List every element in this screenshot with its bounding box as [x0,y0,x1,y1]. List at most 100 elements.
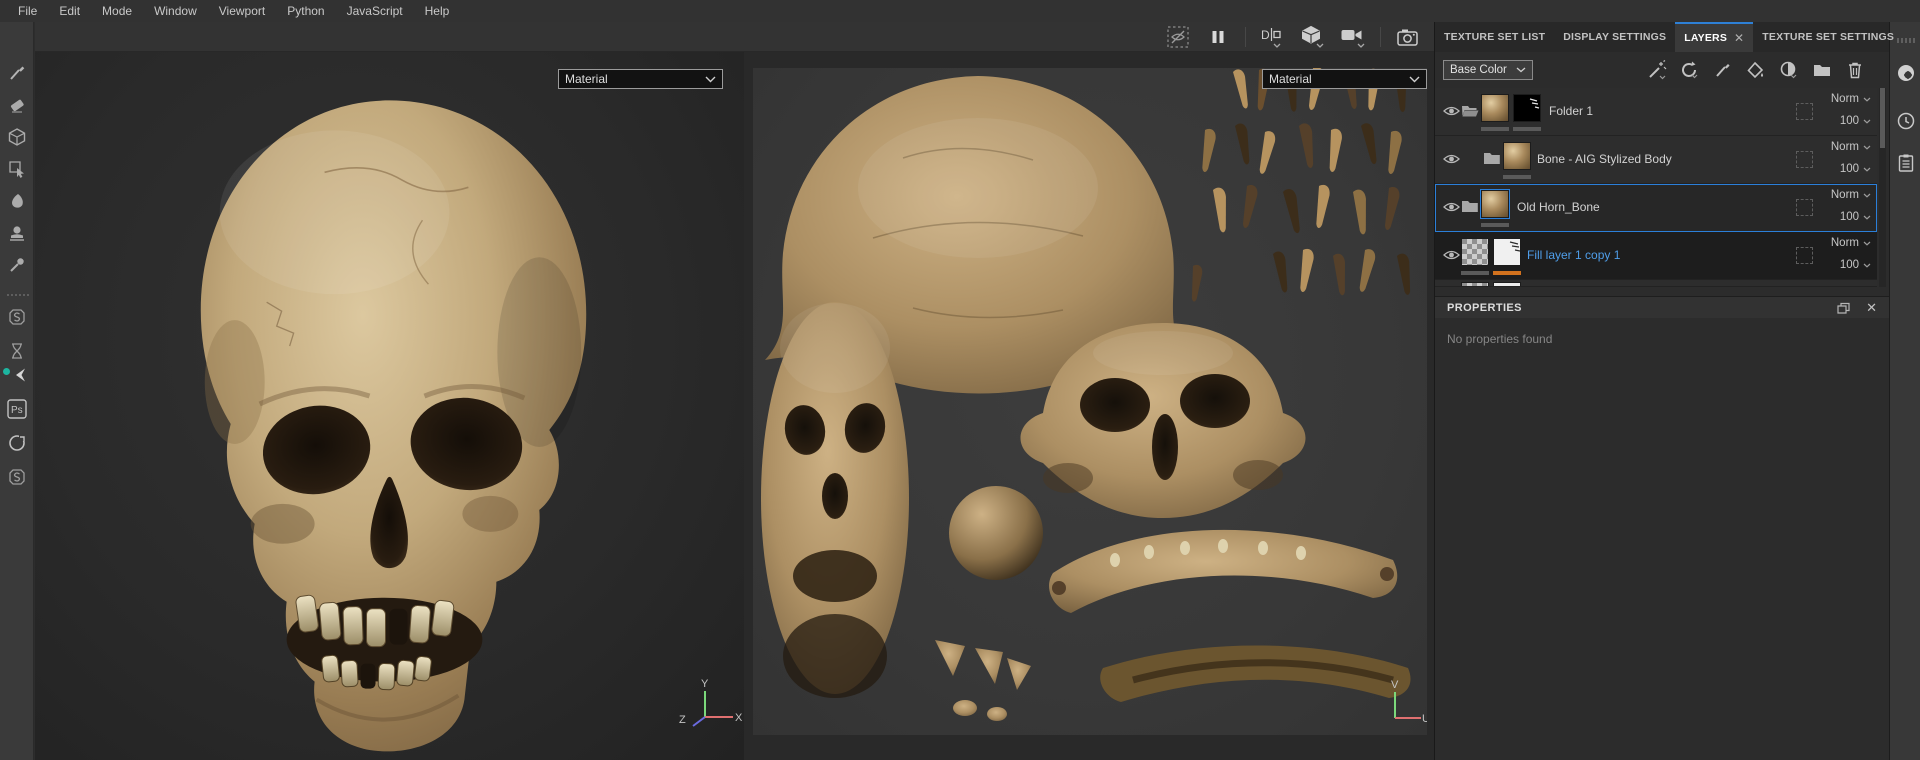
layer-thumbnail[interactable] [1461,238,1489,266]
history-clock-icon [1896,111,1916,131]
mask-placeholder-box [1796,103,1813,120]
svg-text:Ps: Ps [11,405,23,416]
resources-updater-button[interactable] [4,430,30,456]
substance-source-icon [7,307,27,327]
pause-icon [1210,29,1226,45]
folder-icon[interactable] [1483,151,1501,165]
tab-display-settings[interactable]: DISPLAY SETTINGS [1554,22,1675,52]
layer-thumbnail[interactable] [1481,94,1509,122]
mask-thumbnail[interactable] [1513,94,1541,122]
clone-stamp-tool[interactable] [4,220,30,246]
add-group-button[interactable] [1812,60,1832,80]
delete-layer-button[interactable] [1845,60,1865,80]
display-settings-shelf-button[interactable] [1895,62,1917,84]
tab-layers[interactable]: LAYERS ✕ [1675,22,1753,52]
layer-row-partial[interactable] [1435,280,1877,287]
opacity-dropdown[interactable]: 100 [1840,163,1871,175]
history-shelf-button[interactable] [1895,110,1917,132]
chevron-down-icon [1863,97,1871,102]
chevron-down-icon [1863,167,1871,172]
paint-brush-icon [7,63,27,83]
color-picker-tool[interactable] [4,252,30,278]
add-fill-layer-button[interactable] [1746,60,1766,80]
add-paint-layer-button[interactable] [1713,60,1733,80]
layer-row-folder-1[interactable]: Folder 1 Norm 100 [1435,88,1877,136]
substance-source-button[interactable] [4,304,30,330]
visibility-eye-icon[interactable] [1443,105,1460,117]
mask-placeholder-box [1796,199,1813,216]
mask-thumbnail[interactable] [1493,238,1521,266]
open-folder-icon[interactable] [1461,103,1480,118]
channel-dropdown[interactable]: Base Color [1443,60,1533,80]
layer-row-bone-aig[interactable]: Bone - AIG Stylized Body Norm 100 [1435,136,1877,184]
screenshot-button[interactable] [1395,25,1421,49]
asset-preview-button[interactable] [8,362,34,388]
add-smart-material-button[interactable] [1680,60,1700,80]
camera-icon [1340,25,1366,49]
menu-python[interactable]: Python [277,2,334,20]
add-effect-button[interactable] [1647,60,1667,80]
substance-share-button[interactable] [4,464,30,490]
projection-tool[interactable] [4,124,30,150]
pause-engine-button[interactable] [1205,25,1231,49]
trash-icon [1846,60,1864,80]
axis-z-label: Z [679,714,686,726]
blend-mode-dropdown[interactable]: Norm [1831,93,1871,105]
smart-material-icon [1680,60,1700,80]
smudge-tool[interactable] [4,188,30,214]
close-tab-icon[interactable]: ✕ [1734,31,1744,45]
history-dock-button[interactable] [4,338,30,364]
chevron-down-icon [1863,241,1871,246]
panel-divider[interactable] [1434,22,1435,760]
scrollbar-thumb[interactable] [1880,88,1885,148]
eraser-tool[interactable] [4,92,30,118]
blend-mode-dropdown[interactable]: Norm [1831,237,1871,249]
view-layout-button[interactable]: D [1260,25,1286,49]
chevron-down-icon [705,76,716,83]
layer-thumbnail[interactable] [1503,142,1531,170]
viewport-3d[interactable]: Material [35,52,744,760]
menu-window[interactable]: Window [144,2,207,20]
shading-mode-dropdown-3d[interactable]: Material [558,69,723,89]
polygon-fill-tool[interactable] [4,156,30,182]
close-panel-icon[interactable]: ✕ [1866,300,1877,316]
menu-mode[interactable]: Mode [92,2,142,20]
right-edge-strip [1889,22,1920,760]
layer-name: Bone - AIG Stylized Body [1537,152,1672,166]
shading-mode-button[interactable] [1300,25,1326,49]
menu-javascript[interactable]: JavaScript [337,2,413,20]
layer-row-fill-layer[interactable]: Fill layer 1 copy 1 Norm 100 [1435,232,1877,280]
layer-row-old-horn-bone[interactable]: Old Horn_Bone Norm 100 [1435,184,1877,232]
tab-texture-set-settings[interactable]: TEXTURE SET SETTINGS [1753,22,1903,52]
visibility-eye-icon[interactable] [1443,249,1460,261]
menu-file[interactable]: File [8,2,47,20]
layer-thumbnail-selected[interactable] [1481,190,1509,218]
folder-icon[interactable] [1461,199,1479,213]
shading-mode-dropdown-2d[interactable]: Material [1262,69,1427,89]
viewport-2d-wrap: Material [744,52,1434,760]
photoshop-export-button[interactable]: Ps [4,396,30,422]
axis-v-label: V [1391,679,1399,691]
camera-settings-button[interactable] [1340,25,1366,49]
detach-panel-icon[interactable] [1837,302,1850,314]
opacity-dropdown[interactable]: 100 [1840,115,1871,127]
menu-help[interactable]: Help [415,2,460,20]
uv-sphere-island [949,486,1043,580]
menu-viewport[interactable]: Viewport [209,2,275,20]
paint-brush-tool[interactable] [4,60,30,86]
texture-set-list-shelf-button[interactable] [1895,152,1917,174]
viewport-2d[interactable]: Material [753,68,1427,735]
opacity-dropdown[interactable]: 100 [1840,211,1871,223]
visibility-eye-icon[interactable] [1443,201,1460,213]
visibility-eye-icon[interactable] [1443,153,1460,165]
content-indicator-bar [1481,223,1509,227]
menu-edit[interactable]: Edit [49,2,90,20]
symmetry-toggle-button[interactable] [1165,25,1191,49]
opacity-dropdown[interactable]: 100 [1840,259,1871,271]
content-indicator-bar [1503,175,1531,179]
blend-mode-dropdown[interactable]: Norm [1831,141,1871,153]
layers-scrollbar[interactable] [1879,88,1886,287]
blend-mode-dropdown[interactable]: Norm [1831,189,1871,201]
tab-texture-set-list[interactable]: TEXTURE SET LIST [1435,22,1554,52]
add-smart-mask-button[interactable] [1779,60,1799,80]
